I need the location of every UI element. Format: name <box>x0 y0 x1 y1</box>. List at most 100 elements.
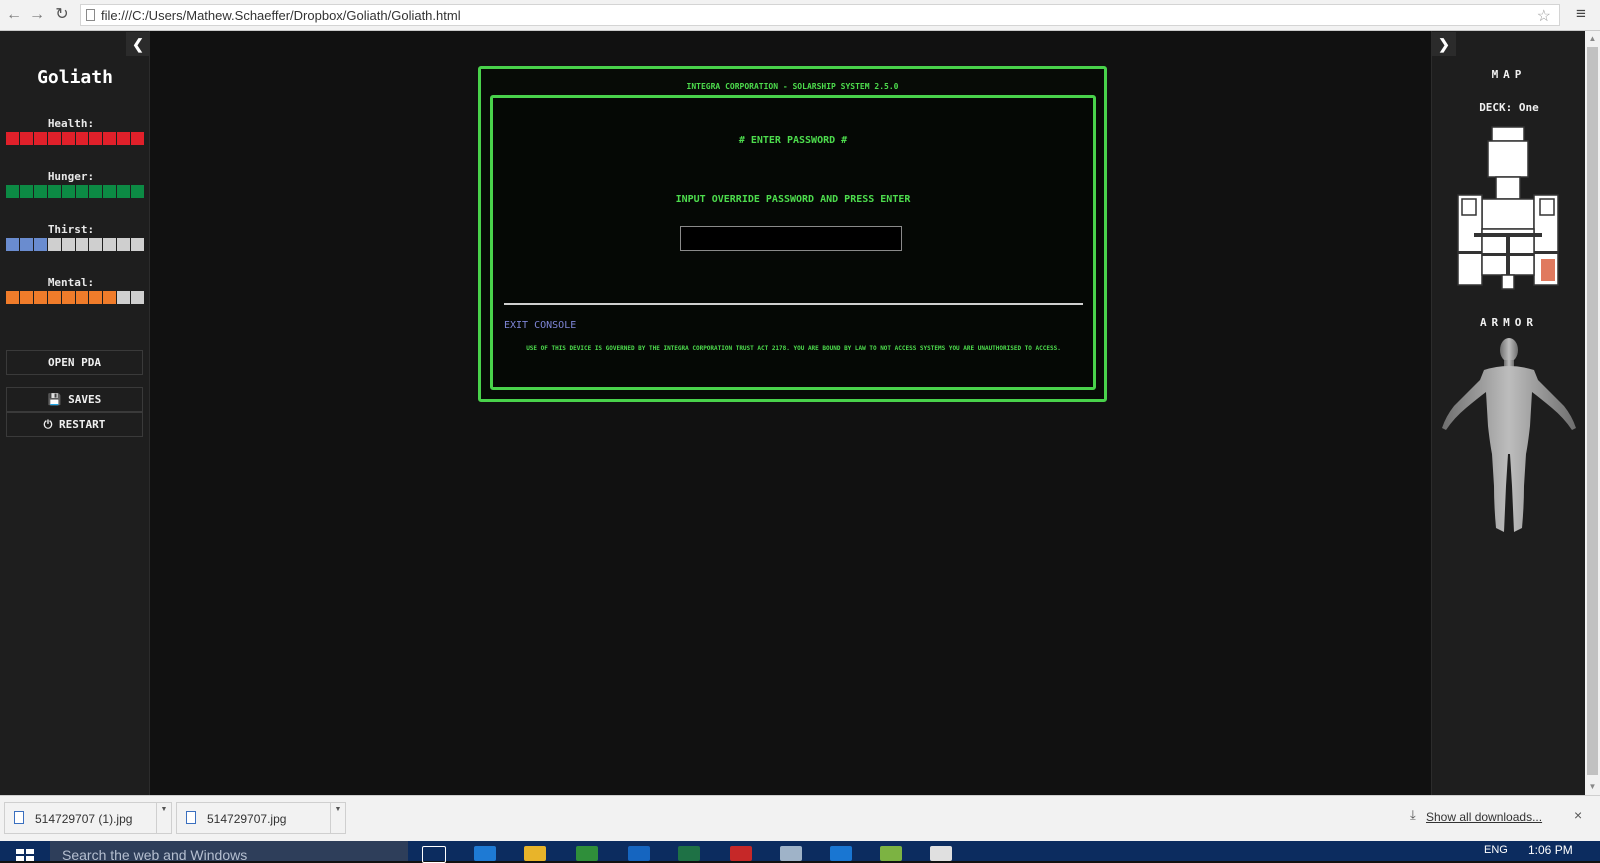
legal-notice: USE OF THIS DEVICE IS GOVERNED BY THE IN… <box>526 345 1061 352</box>
stat-bar-segment <box>47 132 61 145</box>
taskbar-clock[interactable]: 1:06 PM <box>1528 843 1573 857</box>
outlook-icon[interactable] <box>628 846 650 861</box>
terminal-divider <box>504 303 1083 305</box>
health-bar <box>6 132 145 145</box>
stat-bar-segment <box>6 291 19 304</box>
armor-body-figure[interactable] <box>1440 336 1578 538</box>
language-indicator[interactable]: ENG <box>1484 844 1508 856</box>
power-icon: ⏻ <box>43 418 53 431</box>
edge-browser-icon[interactable] <box>474 846 496 861</box>
stat-bar-segment <box>89 238 103 251</box>
browser-menu-icon[interactable]: ≡ <box>1572 4 1590 24</box>
app-icon[interactable] <box>880 846 902 861</box>
calculator-icon[interactable] <box>930 846 952 861</box>
browser-toolbar: ← → ↻ file:///C:/Users/Mathew.Schaeffer/… <box>0 0 1600 31</box>
password-input[interactable] <box>680 226 902 251</box>
stat-bar-segment <box>61 132 75 145</box>
stat-bar-segment <box>89 132 103 145</box>
download-item[interactable]: 514729707 (1).jpg ▼ <box>4 802 172 834</box>
exit-console-link[interactable]: EXIT CONSOLE <box>504 320 576 331</box>
hunger-bar <box>6 185 145 198</box>
download-options-arrow-icon[interactable]: ▼ <box>330 803 345 833</box>
stat-bar-segment <box>131 132 145 145</box>
deck-map-icon[interactable] <box>1452 123 1564 295</box>
open-pda-button[interactable]: OPEN PDA <box>6 350 143 375</box>
stat-bar-segment <box>19 238 33 251</box>
stat-bar-segment <box>61 291 75 304</box>
stat-bar-segment <box>103 132 117 145</box>
stat-bar-segment <box>75 132 89 145</box>
collapse-left-sidebar-button[interactable]: ❮ <box>126 32 150 56</box>
terminal-header: INTEGRA CORPORATION - SOLARSHIP SYSTEM 2… <box>686 82 899 91</box>
stat-bar-segment <box>19 291 33 304</box>
stat-bar-segment <box>19 132 33 145</box>
stat-bar-segment <box>103 291 117 304</box>
thirst-bar <box>6 238 145 251</box>
stat-bar-segment <box>103 238 117 251</box>
restart-label: RESTART <box>58 418 106 431</box>
floppy-disk-icon: 💾 <box>47 393 62 406</box>
terminal-screen: # ENTER PASSWORD # INPUT OVERRIDE PASSWO… <box>490 95 1096 390</box>
close-icon[interactable]: × <box>1574 807 1582 823</box>
url-text: file:///C:/Users/Mathew.Schaeffer/Dropbo… <box>101 8 461 23</box>
stat-bar-segment <box>117 185 131 198</box>
right-sidebar: ❯ MAP DECK: One ARMOR <box>1431 31 1585 795</box>
show-all-downloads-link[interactable]: Show all downloads... <box>1426 810 1542 824</box>
stat-bar-segment <box>103 185 117 198</box>
image-file-icon <box>14 811 24 824</box>
task-view-icon[interactable] <box>422 846 446 863</box>
restart-button[interactable]: ⏻ RESTART <box>6 412 143 437</box>
bookmark-star-icon[interactable]: ☆ <box>1537 6 1551 26</box>
forward-arrow-icon[interactable]: → <box>27 5 47 25</box>
scrollbar-thumb[interactable] <box>1587 47 1598 775</box>
stat-bar-segment <box>6 132 19 145</box>
download-file-name: 514729707 (1).jpg <box>35 812 133 826</box>
stat-bar-segment <box>117 291 131 304</box>
download-options-arrow-icon[interactable]: ▼ <box>156 803 171 833</box>
mental-bar <box>6 291 145 304</box>
stat-bar-segment <box>33 185 47 198</box>
reload-icon[interactable]: ↻ <box>52 5 72 25</box>
password-instruction: INPUT OVERRIDE PASSWORD AND PRESS ENTER <box>675 194 911 205</box>
downloads-bar: 514729707 (1).jpg ▼ 514729707.jpg ▼ ⤓ Sh… <box>0 795 1600 841</box>
stat-bar-segment <box>61 238 75 251</box>
file-explorer-icon[interactable] <box>524 846 546 861</box>
app-icon[interactable] <box>780 846 802 861</box>
settings-gear-icon[interactable] <box>830 846 852 861</box>
left-sidebar: ❮ Goliath Health: Hunger: Thirst: Mental… <box>0 31 150 795</box>
download-file-name: 514729707.jpg <box>207 812 287 826</box>
back-arrow-icon[interactable]: ← <box>4 5 24 25</box>
image-file-icon <box>186 811 196 824</box>
stat-bar-segment <box>75 185 89 198</box>
windows-taskbar: Search the web and Windows ENG 1:06 PM <box>0 841 1600 863</box>
stat-bar-segment <box>75 291 89 304</box>
armor-heading: ARMOR <box>1479 316 1539 329</box>
stat-bar-segment <box>33 238 47 251</box>
taskbar-search-input[interactable]: Search the web and Windows <box>50 841 408 861</box>
stat-bar-segment <box>89 291 103 304</box>
open-pda-label: OPEN PDA <box>48 356 101 369</box>
stat-bar-segment <box>6 238 19 251</box>
acrobat-icon[interactable] <box>730 846 752 861</box>
chrome-browser-icon[interactable] <box>576 846 598 861</box>
scroll-up-arrow-icon[interactable]: ▲ <box>1585 31 1600 47</box>
stat-bar-segment <box>131 238 145 251</box>
page-scrollbar[interactable]: ▲ ▼ <box>1585 31 1600 795</box>
windows-start-icon[interactable] <box>16 849 34 861</box>
hunger-label: Hunger: <box>47 170 95 183</box>
address-bar[interactable]: file:///C:/Users/Mathew.Schaeffer/Dropbo… <box>80 4 1560 26</box>
page-icon <box>86 9 95 21</box>
mental-label: Mental: <box>47 276 95 289</box>
saves-button[interactable]: 💾 SAVES <box>6 387 143 412</box>
excel-icon[interactable] <box>678 846 700 861</box>
map-heading: MAP <box>1491 68 1527 81</box>
stat-bar-segment <box>33 132 47 145</box>
scroll-down-arrow-icon[interactable]: ▼ <box>1585 779 1600 795</box>
stat-bar-segment <box>47 291 61 304</box>
collapse-right-sidebar-button[interactable]: ❯ <box>1432 32 1456 56</box>
stat-bar-segment <box>19 185 33 198</box>
stat-bar-segment <box>75 238 89 251</box>
stat-bar-segment <box>131 185 145 198</box>
stat-bar-segment <box>47 185 61 198</box>
download-item[interactable]: 514729707.jpg ▼ <box>176 802 346 834</box>
